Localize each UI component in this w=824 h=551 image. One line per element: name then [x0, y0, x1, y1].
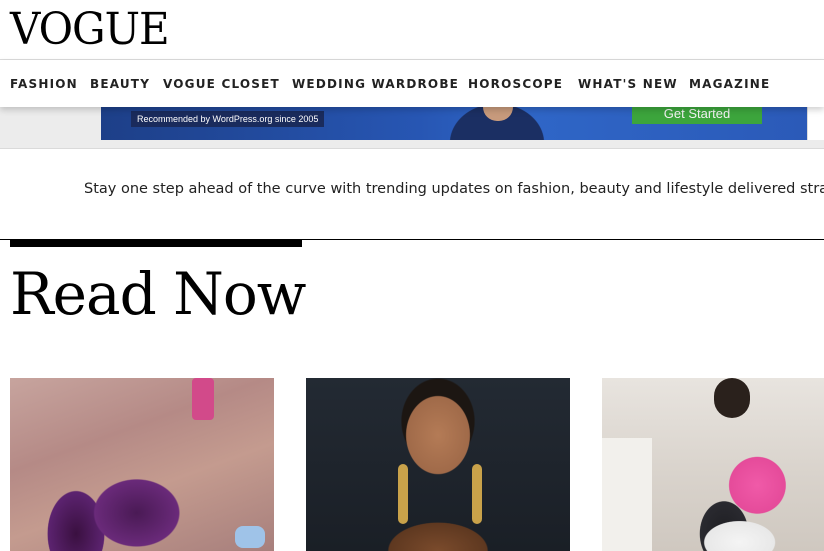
nav-item-magazine[interactable]: MAGAZINE — [689, 77, 770, 91]
nav-item-wedding-wardrobe[interactable]: WEDDING WARDROBE — [292, 77, 459, 91]
card-image-detail — [602, 438, 652, 551]
vogue-logo[interactable]: VOGUE — [10, 5, 170, 52]
article-card-image[interactable] — [10, 378, 274, 551]
site-header: VOGUE — [0, 0, 824, 60]
nav-item-horoscope[interactable]: HOROSCOPE — [468, 77, 563, 91]
ad-container: Recommended by WordPress.org since 2005 … — [0, 107, 824, 149]
card-image-detail — [714, 378, 750, 418]
nav-item-fashion[interactable]: FASHION — [10, 77, 78, 91]
article-card-image[interactable] — [602, 378, 824, 551]
card-image-detail — [235, 526, 265, 548]
card-image-detail — [192, 378, 214, 420]
newsletter-strip: Stay one step ahead of the curve with tr… — [0, 149, 824, 240]
nav-item-beauty[interactable]: BEAUTY — [90, 77, 150, 91]
section-title: Read Now — [10, 260, 306, 328]
article-card-image[interactable] — [306, 378, 570, 551]
card-image-detail — [472, 464, 482, 524]
newsletter-text: Stay one step ahead of the curve with tr… — [84, 181, 824, 197]
ad-banner[interactable]: Recommended by WordPress.org since 2005 … — [101, 107, 807, 140]
section-divider — [10, 240, 302, 247]
main-nav: FASHION BEAUTY VOGUE CLOSET WEDDING WARD… — [0, 60, 824, 107]
card-image-detail — [398, 464, 408, 524]
nav-item-vogue-closet[interactable]: VOGUE CLOSET — [163, 77, 280, 91]
ad-tagline: Recommended by WordPress.org since 2005 — [131, 111, 325, 127]
ad-side-panel — [807, 107, 824, 140]
ad-get-started-button[interactable]: Get Started — [632, 107, 762, 124]
nav-item-whats-new[interactable]: WHAT'S NEW — [578, 77, 678, 91]
